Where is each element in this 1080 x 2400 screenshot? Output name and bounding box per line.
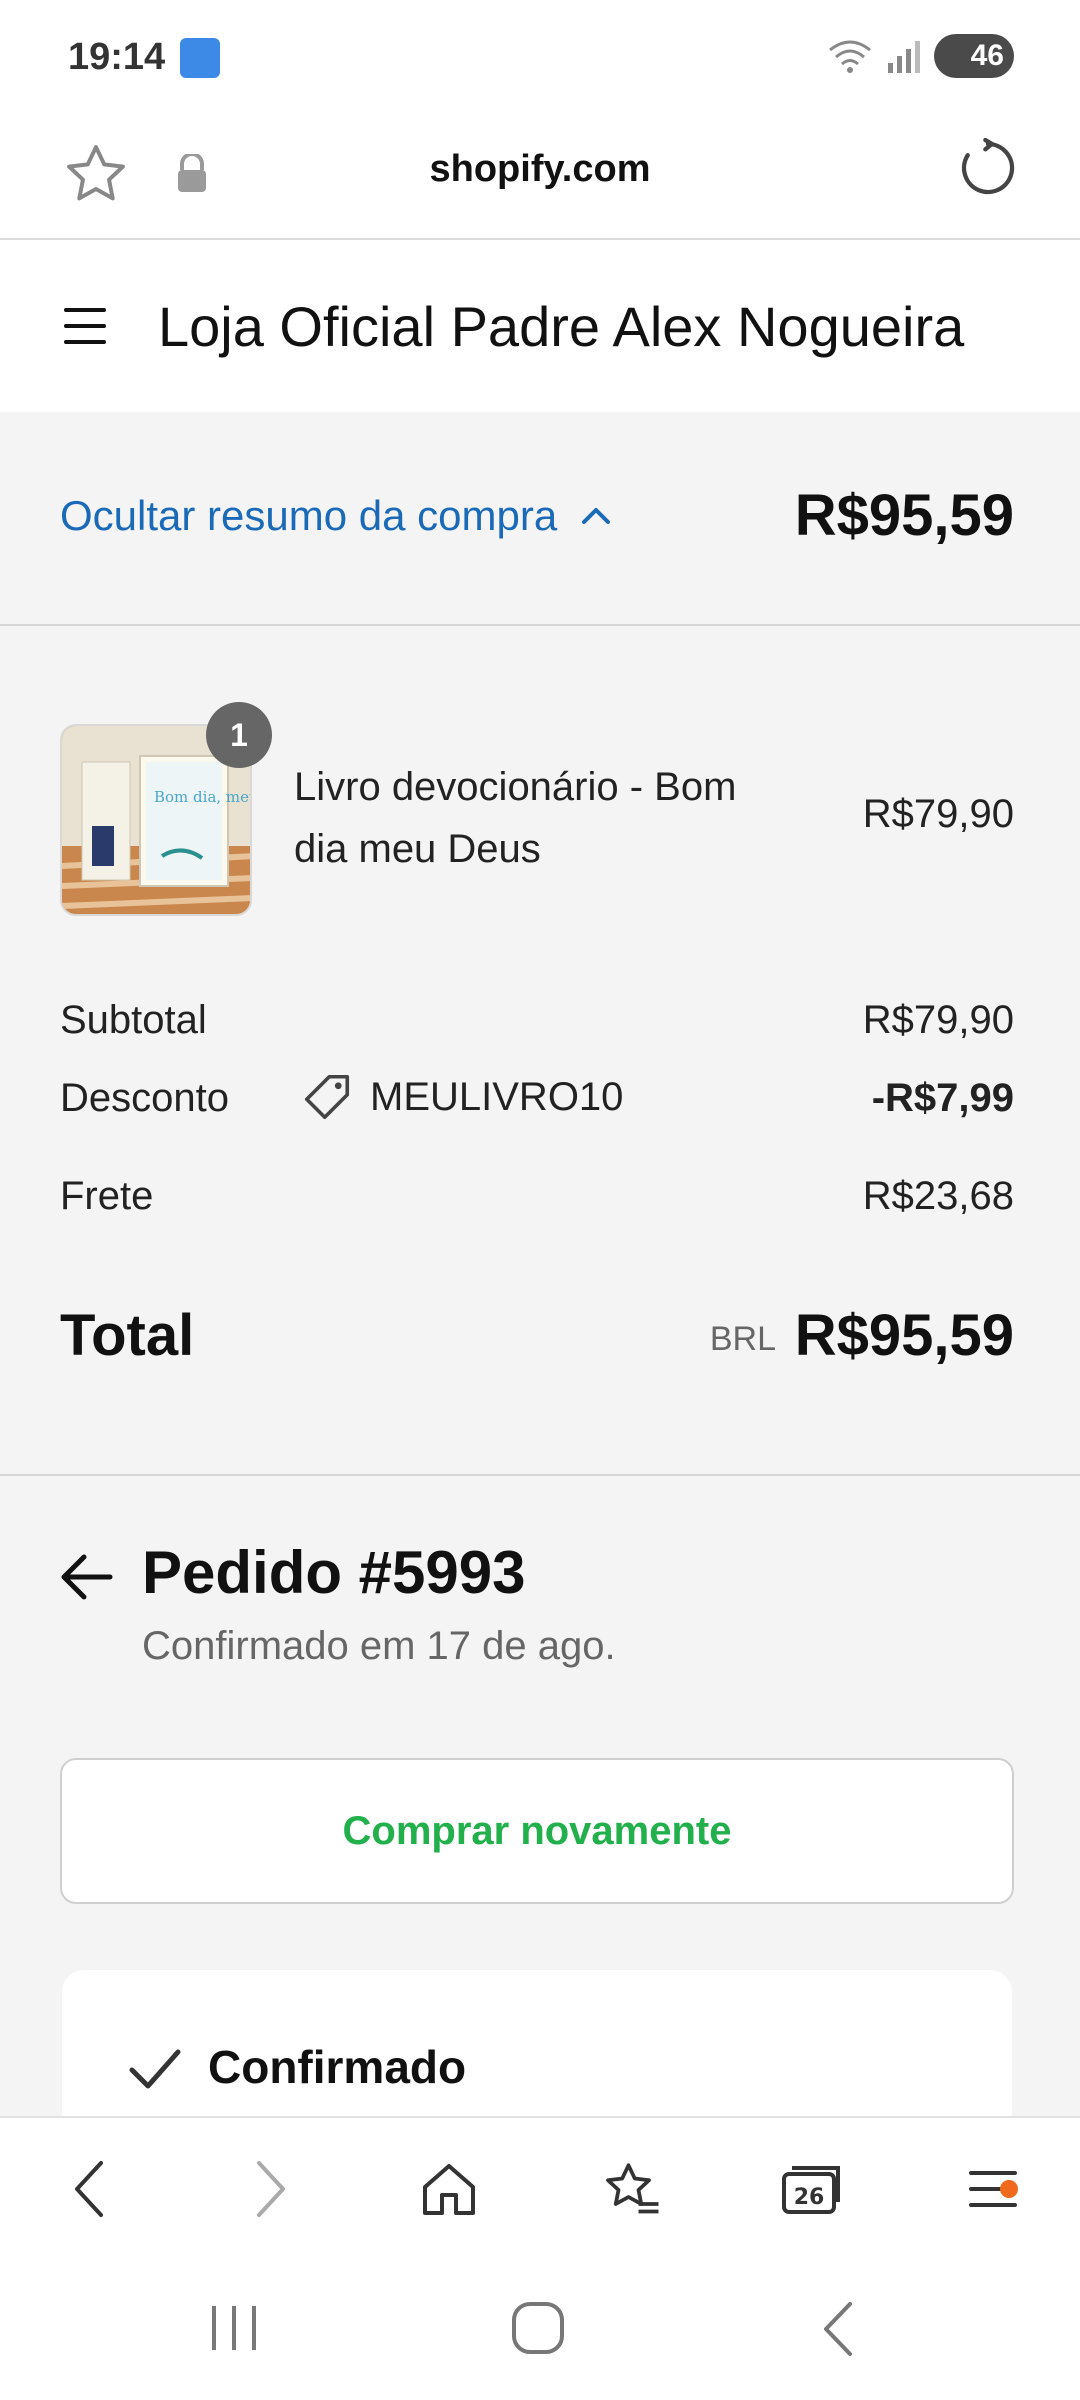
product-name: Livro devocionário - Bom dia meu Deus xyxy=(294,765,737,871)
checkmark-icon xyxy=(129,2049,181,2089)
total-value: R$95,59 xyxy=(794,1303,1014,1368)
tabs-icon: 26 xyxy=(782,2166,840,2214)
bookmarks-star-icon xyxy=(606,2163,659,2214)
notification-app-icon xyxy=(180,38,220,78)
shop-title[interactable]: Loja Oficial Padre Alex Nogueira xyxy=(158,294,964,359)
shipping-value: R$23,68 xyxy=(862,1174,1014,1218)
thumb-text: Bom dia, meu Deus xyxy=(154,788,252,806)
toggle-summary-label: Ocultar resumo da compra xyxy=(60,492,558,539)
discount-value: -R$7,99 xyxy=(871,1076,1014,1120)
product-price: R$79,90 xyxy=(862,792,1014,836)
home-button[interactable] xyxy=(414,2154,484,2224)
battery-indicator: 46 xyxy=(934,34,1014,78)
status-bar: 19:14 46 xyxy=(0,0,1080,118)
status-indicators: 46 xyxy=(828,34,1014,78)
shop-header: Loja Oficial Padre Alex Nogueira xyxy=(0,240,1080,412)
bookmarks-button[interactable] xyxy=(596,2154,666,2224)
discount-row: Desconto MEULIVRO10 -R$7,99 xyxy=(60,1075,1014,1121)
url-text[interactable]: shopify.com xyxy=(0,148,1080,191)
back-arrow-icon xyxy=(75,2161,103,2217)
shipping-row: Frete R$23,68 xyxy=(60,1174,1014,1219)
section-divider xyxy=(0,1474,1080,1476)
wifi-icon xyxy=(829,40,871,73)
chevron-up-icon xyxy=(582,508,611,524)
order-subtitle: Confirmado em 17 de ago. xyxy=(142,1624,616,1668)
arrow-left-icon[interactable] xyxy=(58,1552,114,1602)
subtotal-label: Subtotal xyxy=(60,998,207,1042)
tabs-button[interactable]: 26 xyxy=(776,2154,846,2224)
shipping-label: Frete xyxy=(60,1174,154,1218)
discount-code-tag: MEULIVRO10 xyxy=(300,1070,623,1124)
home-icon xyxy=(423,2164,475,2215)
recent-apps-icon[interactable] xyxy=(206,2302,262,2354)
menu-icon[interactable] xyxy=(64,308,106,344)
discount-label: Desconto xyxy=(60,1076,229,1120)
reload-icon[interactable] xyxy=(956,136,1020,200)
status-label: Confirmado xyxy=(208,2041,467,2093)
tag-icon xyxy=(304,1074,350,1120)
summary-total: R$95,59 xyxy=(794,483,1014,548)
toggle-summary-link[interactable]: Ocultar resumo da compra xyxy=(60,492,611,540)
buy-again-button[interactable]: Comprar novamente xyxy=(60,1758,1014,1904)
total-currency: BRL xyxy=(709,1320,776,1358)
subtotal-row: Subtotal R$79,90 xyxy=(60,998,1014,1043)
back-button[interactable] xyxy=(54,2154,124,2224)
total-label: Total xyxy=(60,1303,195,1368)
browser-menu-button[interactable] xyxy=(958,2154,1028,2224)
browser-bottom-nav: 26 xyxy=(0,2116,1080,2256)
system-back-icon[interactable] xyxy=(818,2300,858,2358)
signal-icon xyxy=(888,41,920,73)
discount-code: MEULIVRO10 xyxy=(370,1074,624,1119)
order-summary-toggle[interactable]: Ocultar resumo da compra R$95,59 xyxy=(0,412,1080,626)
notification-dot xyxy=(1000,2180,1018,2198)
subtotal-value: R$79,90 xyxy=(862,998,1014,1042)
quantity-badge: 1 xyxy=(206,702,272,768)
status-time: 19:14 xyxy=(68,36,166,78)
forward-arrow-icon xyxy=(257,2161,285,2217)
order-title: Pedido #5993 xyxy=(142,1539,526,1606)
system-navigation-bar xyxy=(0,2256,1080,2400)
tabs-count: 26 xyxy=(794,2185,825,2210)
system-home-icon[interactable] xyxy=(510,2300,566,2356)
browser-url-bar: shopify.com xyxy=(0,118,1080,240)
forward-button[interactable] xyxy=(236,2154,306,2224)
